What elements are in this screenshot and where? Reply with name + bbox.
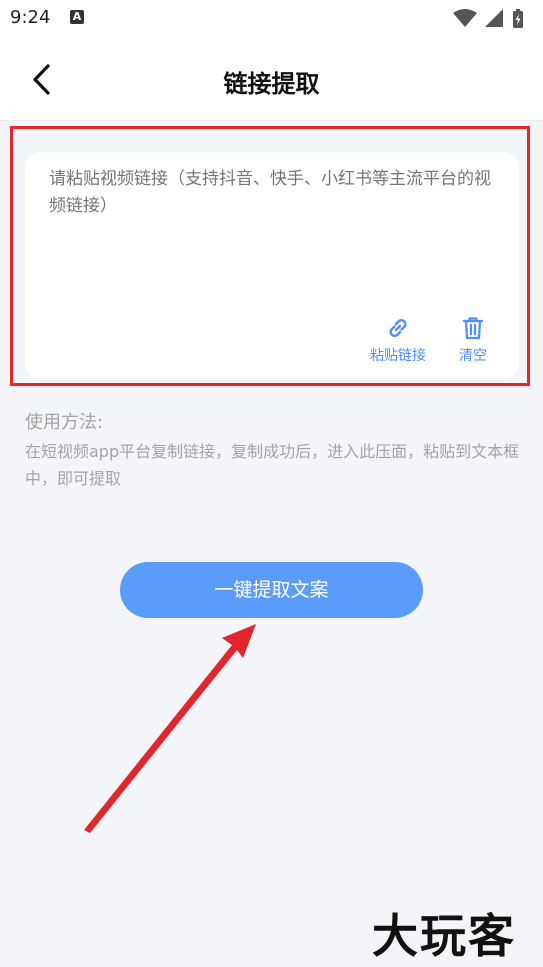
wifi-icon bbox=[453, 9, 477, 27]
clear-button[interactable]: 清空 bbox=[448, 314, 498, 365]
watermark-logo: 大玩客 bbox=[372, 909, 516, 963]
status-bar: 9:24 A bbox=[0, 0, 543, 38]
paste-link-label: 粘贴链接 bbox=[370, 348, 426, 364]
link-input-card: 粘贴链接 清空 bbox=[25, 152, 519, 380]
link-input[interactable] bbox=[49, 166, 501, 316]
usage-description: 在短视频app平台复制链接，复制成功后，进入此压面，粘贴到文本框中，即可提取 bbox=[25, 442, 520, 488]
extract-copy-button[interactable]: 一键提取文案 bbox=[120, 562, 423, 618]
cellular-signal-icon bbox=[485, 9, 503, 27]
paste-link-button[interactable]: 粘贴链接 bbox=[365, 314, 431, 365]
status-icons bbox=[453, 9, 523, 28]
usage-title: 使用方法: bbox=[25, 412, 104, 433]
notification-a-icon: A bbox=[70, 10, 84, 24]
status-time: 9:24 bbox=[10, 7, 51, 28]
navigation-bar: 链接提取 bbox=[0, 38, 543, 121]
battery-icon bbox=[513, 9, 523, 28]
clear-label: 清空 bbox=[459, 348, 487, 364]
link-icon bbox=[389, 319, 407, 338]
trash-icon bbox=[462, 317, 484, 340]
page-title: 链接提取 bbox=[223, 70, 320, 98]
